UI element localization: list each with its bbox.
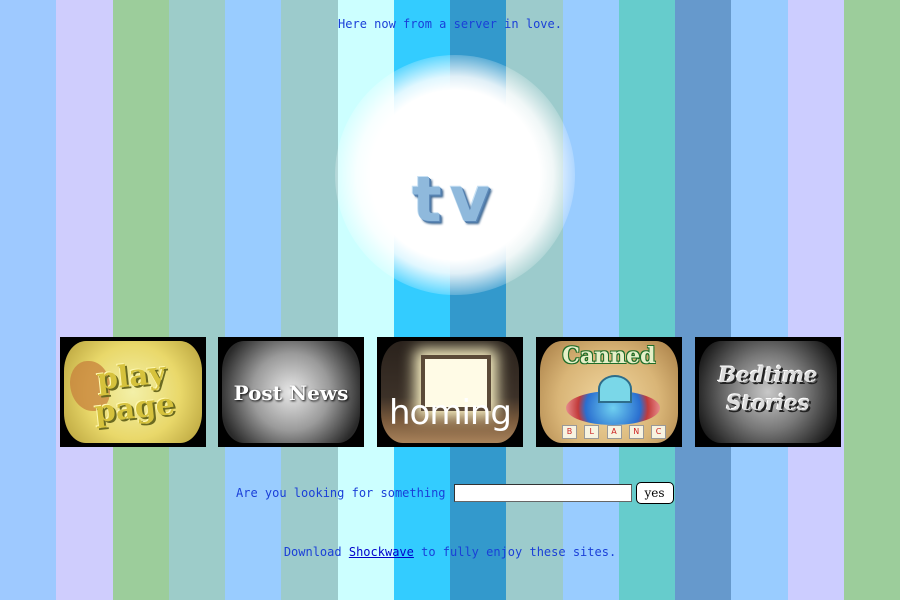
site-thumbnail-bedtime-stories[interactable]: Bedtime Stories [695, 337, 841, 447]
letter-block: B [562, 425, 577, 439]
letter-block: A [606, 425, 622, 439]
thumbnail-label: play page [64, 354, 202, 432]
thumbnail-label: Bedtime Stories [699, 361, 837, 417]
letter-block: L [584, 425, 600, 439]
homing-thumbnail-icon: homing [381, 341, 519, 443]
tagline: Here now from a server in love. [338, 17, 562, 31]
thumbnail-title: Canned [562, 343, 656, 369]
ufo-dome-icon [598, 375, 632, 403]
shockwave-link[interactable]: Shockwave [349, 545, 414, 559]
background-stripe [56, 0, 113, 600]
background-stripe [281, 0, 338, 600]
search-prompt: Are you looking for something [236, 486, 446, 500]
background-stripe [0, 0, 57, 600]
download-text-after: to fully enjoy these sites. [421, 545, 617, 559]
search-submit-button[interactable]: yes [635, 482, 674, 504]
background-stripe [168, 0, 225, 600]
thumbnail-subtitle: Stories [726, 390, 810, 415]
download-text-before: Download [283, 545, 342, 559]
background-stripe [618, 0, 675, 600]
site-thumbnail-homing[interactable]: homing [377, 337, 523, 447]
tv-logo[interactable]: tv [405, 160, 505, 240]
thumbnail-title: homing [388, 393, 512, 433]
post-news-thumbnail-icon: Post News [222, 341, 360, 443]
background-stripe [731, 0, 788, 600]
thumbnail-title: Bedtime [718, 362, 818, 387]
thumbnail-title: Post News [233, 381, 349, 405]
background-stripe [562, 0, 619, 600]
download-note: Download Shockwave to fully enjoy these … [0, 545, 900, 559]
site-thumbnail-post-news[interactable]: Post News [218, 337, 364, 447]
background-stripe [225, 0, 282, 600]
play-thumbnail-icon: play page [64, 341, 202, 443]
canned-thumbnail-icon: Canned B L A N C [540, 341, 678, 443]
background-stripe [675, 0, 732, 600]
bedtime-stories-thumbnail-icon: Bedtime Stories [699, 341, 837, 443]
background-stripe [787, 0, 844, 600]
site-thumbnail-canned[interactable]: Canned B L A N C [536, 337, 682, 447]
letter-block: C [651, 425, 666, 439]
site-thumbnail-play[interactable]: play page [60, 337, 206, 447]
search-form: Are you looking for something yes [236, 481, 674, 505]
letter-block: N [628, 425, 644, 439]
background-stripe [843, 0, 900, 600]
background-stripe [112, 0, 169, 600]
letter-blocks: B L A N C [562, 425, 666, 439]
search-input[interactable] [453, 484, 632, 502]
